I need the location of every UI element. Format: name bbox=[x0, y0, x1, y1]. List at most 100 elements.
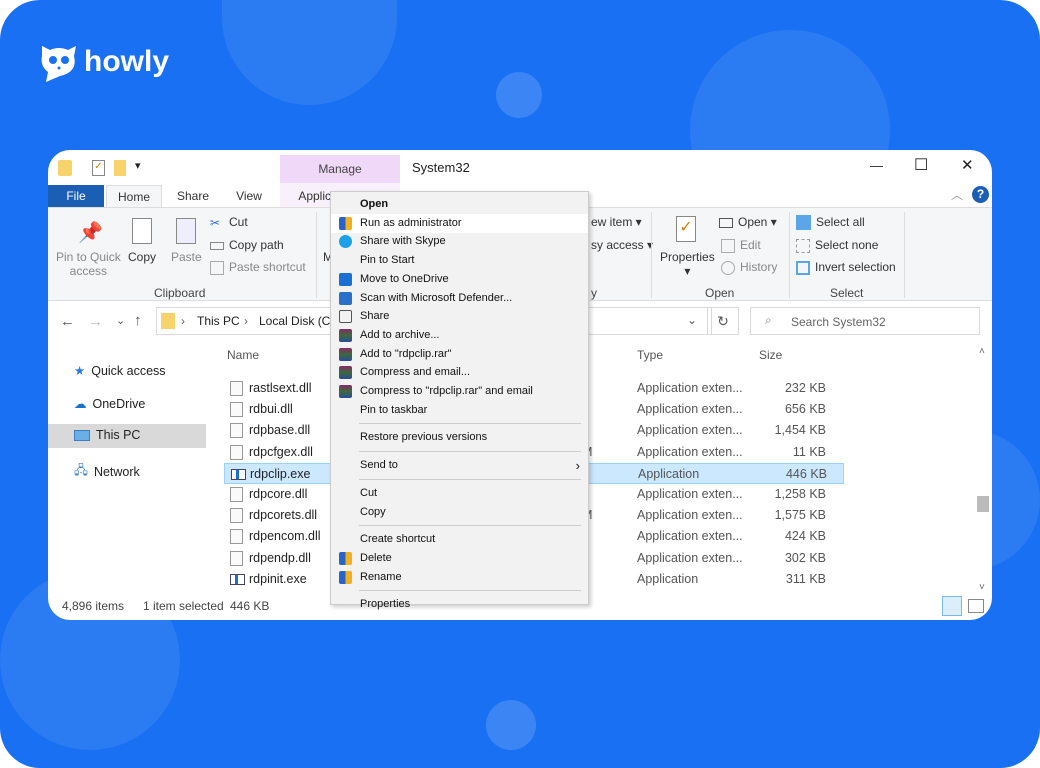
select-none-button[interactable]: Select none bbox=[796, 238, 878, 253]
winrar-icon bbox=[339, 366, 352, 380]
menu-item-move-to-onedrive[interactable]: Move to OneDrive bbox=[331, 270, 588, 289]
file-name: rdbui.dll bbox=[249, 402, 293, 417]
file-size: 1,258 KB bbox=[774, 487, 826, 501]
address-dropdown-icon[interactable]: ⌄ bbox=[687, 313, 697, 327]
invert-selection-button[interactable]: Invert selection bbox=[796, 260, 896, 275]
up-button[interactable]: ↑ bbox=[134, 312, 142, 329]
menu-item-pin-to-start[interactable]: Pin to Start bbox=[331, 251, 588, 270]
onedrive-icon bbox=[339, 272, 352, 286]
close-button[interactable]: ✕ bbox=[961, 156, 974, 174]
nav-this-pc[interactable]: This PC bbox=[74, 428, 140, 442]
select-all-icon bbox=[796, 215, 811, 231]
menu-item-label: Send to bbox=[360, 459, 398, 472]
copy-button[interactable]: Copy bbox=[128, 250, 156, 264]
menu-item-cut[interactable]: Cut bbox=[331, 484, 588, 503]
back-button[interactable]: ← bbox=[60, 313, 75, 330]
file-type: Application exten... bbox=[637, 444, 743, 459]
tab-home[interactable]: Home bbox=[106, 185, 162, 207]
scrollbar-thumb[interactable] bbox=[977, 496, 989, 512]
menu-item-label: Compress to "rdpclip.rar" and email bbox=[360, 385, 533, 397]
properties-quick-icon[interactable]: ✓ bbox=[92, 160, 105, 176]
tab-view[interactable]: View bbox=[224, 185, 274, 207]
open-button[interactable]: Open ▾ bbox=[719, 215, 777, 229]
select-all-button[interactable]: Select all bbox=[796, 215, 865, 231]
menu-item-run-as-administrator[interactable]: Run as administrator bbox=[331, 213, 588, 233]
column-size[interactable]: Size bbox=[759, 348, 782, 362]
file-type: Application bbox=[638, 466, 700, 481]
menu-item-add-to-rdpclip-rar[interactable]: Add to "rdpclip.rar" bbox=[331, 345, 588, 364]
scissors-icon: ✂ bbox=[210, 215, 221, 230]
file-type: Application exten... bbox=[637, 529, 743, 544]
easy-access-button[interactable]: sy access ▾ bbox=[591, 238, 653, 252]
menu-item-label: Cut bbox=[360, 486, 378, 499]
menu-item-label: Move to OneDrive bbox=[360, 272, 449, 285]
new-folder-icon[interactable] bbox=[114, 160, 126, 176]
file-name: rdpcore.dll bbox=[249, 487, 308, 501]
menu-item-add-to-archive[interactable]: Add to archive... bbox=[331, 326, 588, 345]
minimize-button[interactable]: — bbox=[870, 158, 883, 173]
menu-item-properties[interactable]: Properties bbox=[331, 595, 588, 614]
history-button[interactable]: History bbox=[721, 260, 777, 275]
menu-item-share-with-skype[interactable]: Share with Skype bbox=[331, 232, 588, 251]
nav-quick-access[interactable]: ★ Quick access bbox=[74, 363, 166, 379]
file-size: 446 KB bbox=[785, 466, 827, 481]
paste-button[interactable]: Paste bbox=[171, 250, 202, 264]
menu-item-copy[interactable]: Copy bbox=[331, 503, 588, 522]
file-size: 232 KB bbox=[784, 381, 826, 395]
tab-file[interactable]: File bbox=[48, 185, 104, 207]
menu-item-label: Create shortcut bbox=[360, 533, 436, 546]
details-view-button[interactable] bbox=[942, 596, 962, 616]
pin-to-quick-access-button[interactable]: Pin to Quick access bbox=[56, 250, 121, 278]
menu-item-share[interactable]: Share bbox=[331, 307, 588, 326]
pin-icon: 📌 bbox=[78, 222, 103, 244]
refresh-button[interactable]: ↻ bbox=[707, 307, 739, 335]
manage-context-tab[interactable]: Manage bbox=[280, 155, 400, 183]
tab-share[interactable]: Share bbox=[168, 185, 218, 207]
nav-onedrive[interactable]: ☁ OneDrive bbox=[74, 396, 145, 412]
menu-item-create-shortcut[interactable]: Create shortcut bbox=[331, 530, 588, 549]
menu-item-rename[interactable]: Rename bbox=[331, 568, 588, 587]
edit-icon bbox=[721, 238, 735, 253]
menu-item-pin-to-taskbar[interactable]: Pin to taskbar bbox=[331, 401, 588, 420]
menu-item-delete[interactable]: Delete bbox=[331, 549, 588, 568]
dll-file-icon bbox=[230, 529, 243, 545]
menu-item-open[interactable]: Open bbox=[331, 195, 588, 214]
paste-shortcut-button[interactable]: Paste shortcut bbox=[210, 260, 306, 275]
collapse-ribbon-icon[interactable]: ︿ bbox=[951, 186, 963, 203]
menu-item-label: Delete bbox=[360, 551, 392, 564]
menu-item-label: Open bbox=[360, 198, 389, 210]
menu-item-restore-previous-versions[interactable]: Restore previous versions bbox=[331, 428, 588, 447]
menu-item-label: Copy bbox=[360, 505, 386, 518]
chevron-right-icon: › bbox=[575, 458, 580, 474]
help-icon[interactable]: ? bbox=[972, 186, 989, 203]
search-input[interactable]: ⌕ Search System32 bbox=[750, 307, 980, 335]
menu-item-send-to[interactable]: Send to › bbox=[331, 456, 588, 475]
file-size: 656 KB bbox=[784, 402, 826, 417]
new-item-button[interactable]: ew item ▾ bbox=[591, 215, 642, 229]
vertical-scrollbar[interactable]: ˄ ˅ bbox=[976, 346, 990, 596]
file-name: rdpencom.dll bbox=[249, 529, 321, 544]
menu-item-compress-to-rdpclip-rar-and-email[interactable]: Compress to "rdpclip.rar" and email bbox=[331, 382, 588, 401]
winrar-icon bbox=[339, 347, 352, 361]
file-type: Application exten... bbox=[637, 508, 743, 523]
menu-item-scan-with-microsoft-defender[interactable]: Scan with Microsoft Defender... bbox=[331, 289, 588, 308]
shield-icon bbox=[339, 570, 352, 584]
maximize-button[interactable]: ☐ bbox=[914, 155, 928, 175]
breadcrumb-this-pc[interactable]: This PC bbox=[197, 314, 240, 328]
large-icons-view-button[interactable] bbox=[968, 599, 984, 613]
forward-button[interactable]: → bbox=[88, 313, 103, 330]
edit-button[interactable]: Edit bbox=[721, 238, 761, 253]
column-type[interactable]: Type bbox=[637, 348, 663, 362]
dll-file-icon bbox=[230, 444, 243, 460]
copy-path-button[interactable]: Copy path bbox=[210, 238, 284, 252]
file-name: rdpbase.dll bbox=[249, 423, 311, 438]
column-name[interactable]: Name bbox=[227, 348, 259, 362]
cut-button[interactable]: ✂ Cut bbox=[210, 215, 248, 230]
recent-locations-button[interactable]: ⌄ bbox=[116, 314, 125, 327]
qat-dropdown-icon[interactable]: ▾ bbox=[135, 159, 141, 172]
properties-button[interactable]: Properties ▾ bbox=[660, 250, 715, 278]
file-type: Application bbox=[637, 571, 699, 586]
menu-item-compress-and-email[interactable]: Compress and email... bbox=[331, 363, 588, 382]
breadcrumb-local-disk[interactable]: Local Disk (C: bbox=[259, 314, 334, 328]
nav-network[interactable]: 🖧 Network bbox=[74, 461, 140, 482]
